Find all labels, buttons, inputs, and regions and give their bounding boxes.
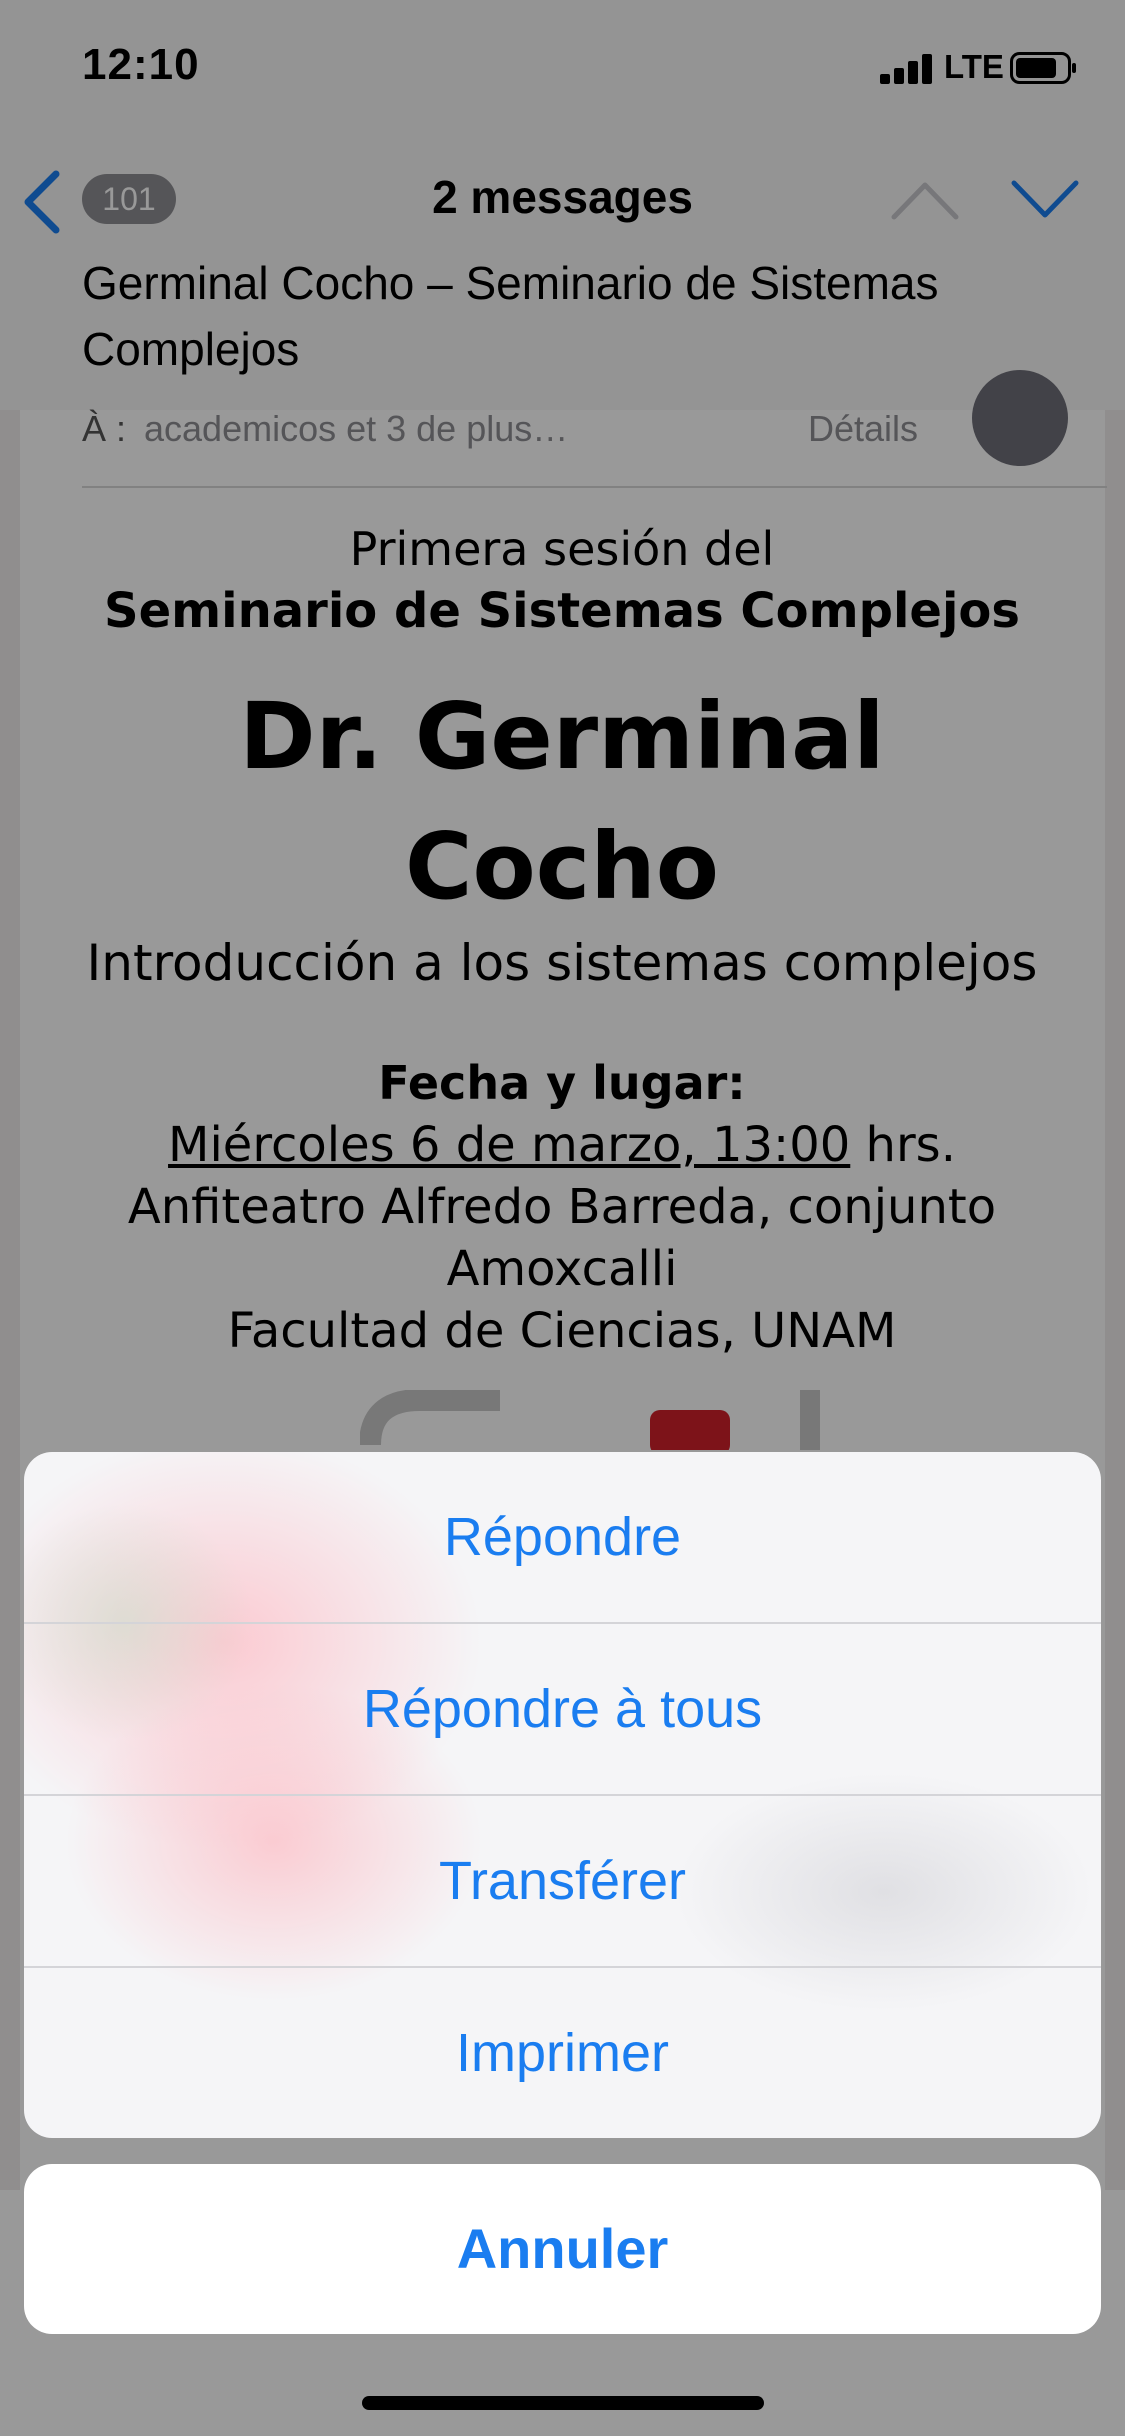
home-indicator[interactable]: [362, 2396, 764, 2410]
reply-all-button[interactable]: Répondre à tous: [24, 1624, 1101, 1794]
action-sheet: Répondre Répondre à tous Transférer Impr…: [24, 1452, 1101, 2138]
print-button[interactable]: Imprimer: [24, 1968, 1101, 2138]
reply-button[interactable]: Répondre: [24, 1452, 1101, 1622]
cancel-sheet: Annuler: [24, 2164, 1101, 2334]
forward-button[interactable]: Transférer: [24, 1796, 1101, 1966]
cancel-button[interactable]: Annuler: [24, 2164, 1101, 2334]
